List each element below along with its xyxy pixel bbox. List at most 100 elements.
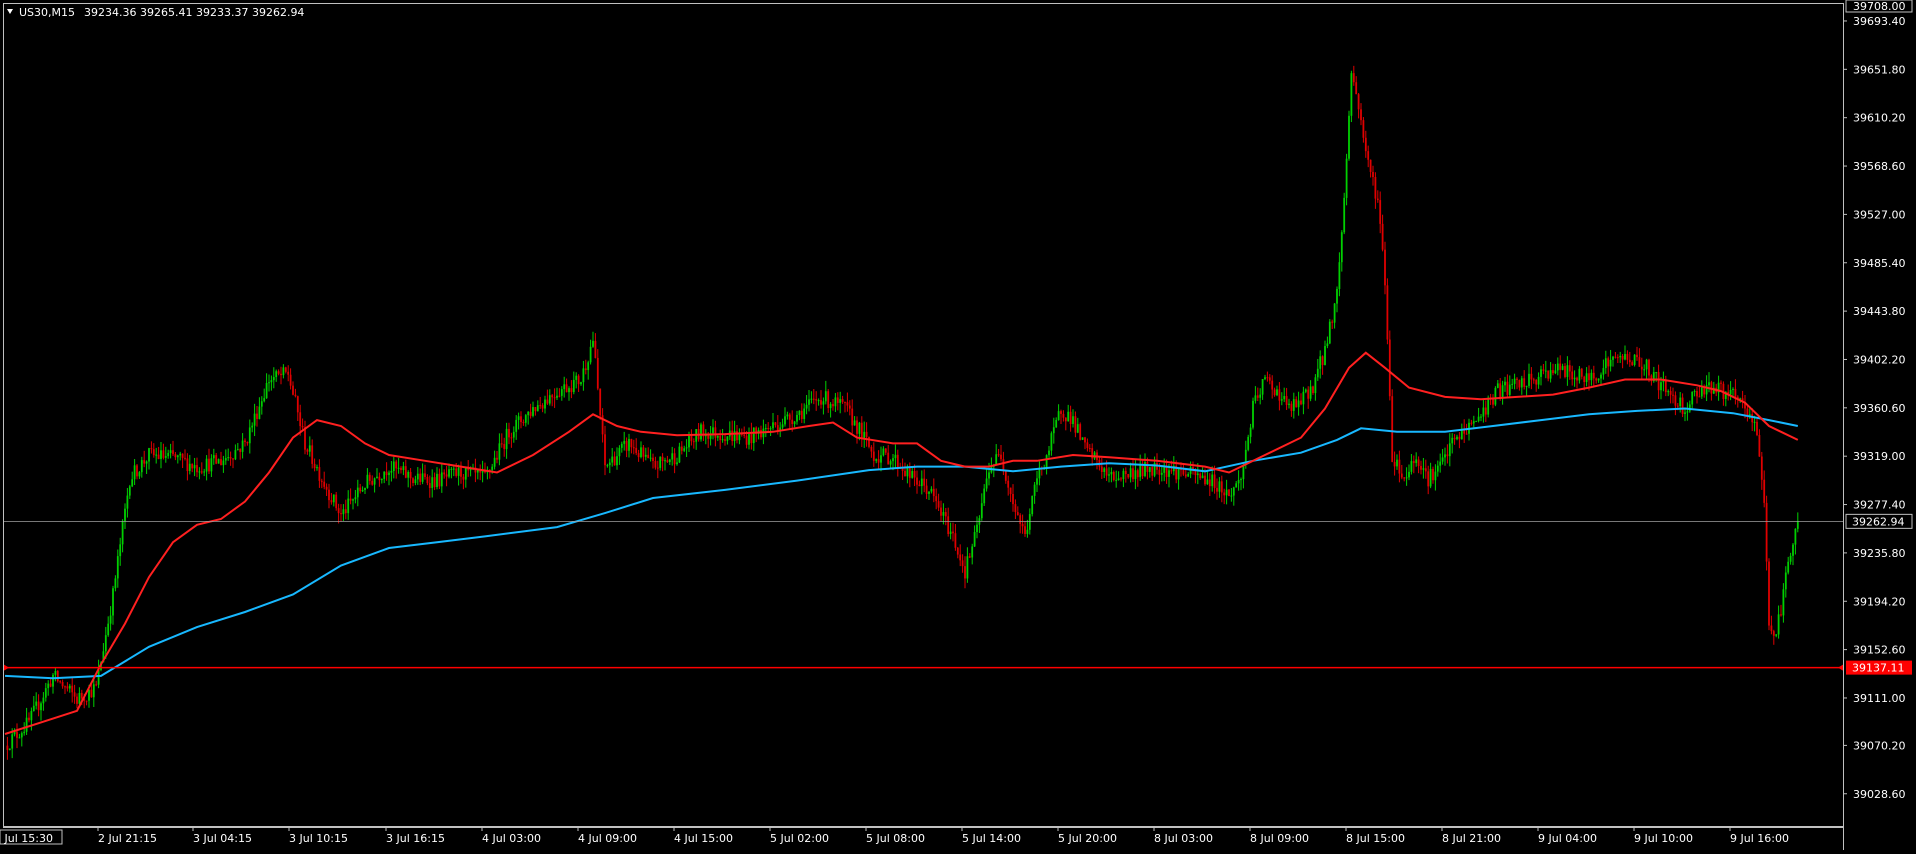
bull-candle <box>683 448 686 451</box>
bull-candle <box>618 447 621 457</box>
bear-candle <box>520 416 522 423</box>
bull-candle <box>248 427 251 444</box>
bear-candle <box>296 396 299 413</box>
bull-candle <box>985 478 988 489</box>
bull-candle <box>1026 529 1029 534</box>
bear-candle <box>635 447 638 454</box>
bear-candle <box>1079 424 1082 440</box>
bull-candle <box>649 457 652 459</box>
bear-candle <box>256 413 258 419</box>
bull-candle <box>623 440 626 444</box>
bull-candle <box>32 705 35 712</box>
bear-candle <box>1592 372 1595 379</box>
bear-candle <box>1021 523 1024 527</box>
bull-candle <box>352 499 354 501</box>
bull-candle <box>227 457 230 459</box>
bull-candle <box>983 488 986 504</box>
bull-candle <box>109 615 112 624</box>
bull-candle <box>1693 391 1696 393</box>
bull-candle <box>1052 427 1055 434</box>
bull-candle <box>781 424 784 428</box>
bear-candle <box>1734 388 1737 397</box>
bull-candle <box>42 697 45 704</box>
bull-candle <box>1460 429 1463 440</box>
bear-candle <box>961 560 964 567</box>
bull-candle <box>973 532 976 547</box>
bull-candle <box>388 472 390 476</box>
bull-candle <box>1129 468 1132 478</box>
bear-candle <box>340 513 342 515</box>
bear-candle <box>95 684 98 686</box>
bull-candle <box>824 391 827 402</box>
bear-candle <box>1268 377 1271 381</box>
bull-candle <box>268 382 270 384</box>
bull-candle <box>1336 289 1338 304</box>
bull-candle <box>1316 368 1319 378</box>
bear-candle <box>1516 378 1518 380</box>
bear-candle <box>774 422 777 426</box>
bear-candle <box>150 448 153 450</box>
bull-candle <box>786 414 789 417</box>
bull-candle <box>1168 470 1170 477</box>
bear-candle <box>1760 456 1763 480</box>
bear-candle <box>136 465 138 477</box>
bull-candle <box>1504 381 1506 386</box>
price-tick-label: 39194.20 <box>1853 595 1906 608</box>
bear-candle <box>860 422 863 439</box>
bull-candle <box>1475 420 1478 422</box>
bear-candle <box>191 463 194 469</box>
bear-candle <box>522 422 525 424</box>
bull-candle <box>834 397 837 407</box>
bull-candle <box>1408 471 1410 478</box>
bear-candle <box>496 457 498 460</box>
bull-candle <box>35 701 38 706</box>
bull-candle <box>1410 461 1413 472</box>
time-tick-label: 3 Jul 10:15 <box>289 832 348 845</box>
bear-candle <box>584 368 587 371</box>
time-tick-label: 9 Jul 10:00 <box>1634 832 1693 845</box>
bear-candle <box>745 435 748 445</box>
bear-candle <box>1069 411 1072 425</box>
bear-candle <box>539 405 542 407</box>
bull-candle <box>1328 321 1331 344</box>
bull-candle <box>1537 376 1540 385</box>
bull-candle <box>1597 378 1600 381</box>
bear-candle <box>1367 151 1370 160</box>
bull-candle <box>491 466 494 471</box>
bear-candle <box>1746 408 1749 416</box>
bear-candle <box>1417 459 1420 466</box>
price-tick-label: 39070.20 <box>1853 739 1906 752</box>
bear-candle <box>1360 109 1362 121</box>
bull-candle <box>1297 400 1300 408</box>
bull-candle <box>1340 232 1343 263</box>
bull-candle <box>450 468 453 470</box>
bear-candle <box>719 436 722 441</box>
bull-candle <box>1775 634 1778 636</box>
bull-candle <box>1660 382 1662 391</box>
bull-candle <box>1549 370 1552 379</box>
bear-candle <box>1638 357 1641 367</box>
bear-candle <box>846 402 849 406</box>
bull-candle <box>376 476 378 479</box>
bear-candle <box>1576 377 1578 381</box>
bull-candle <box>126 495 129 509</box>
bull-candle <box>858 422 861 434</box>
bull-candle <box>332 494 335 503</box>
bull-candle <box>829 404 832 409</box>
bull-candle <box>568 388 570 393</box>
price-tick-label: 39693.40 <box>1853 15 1906 28</box>
bear-candle <box>1636 354 1638 358</box>
bear-candle <box>887 452 890 465</box>
bear-candle <box>1465 433 1468 435</box>
bull-candle <box>1324 346 1326 365</box>
bear-candle <box>1146 462 1149 472</box>
bear-candle <box>1295 399 1298 408</box>
price-chart[interactable]: 39693.40 39651.80 39610.20 39568.60 39527.00… <box>0 0 1916 850</box>
bear-candle <box>462 476 465 480</box>
bear-candle <box>1763 479 1766 503</box>
bear-candle <box>944 512 947 517</box>
bull-candle <box>1242 464 1245 480</box>
bull-candle <box>448 469 450 477</box>
bull-candle <box>532 407 534 416</box>
bear-candle <box>918 484 921 487</box>
